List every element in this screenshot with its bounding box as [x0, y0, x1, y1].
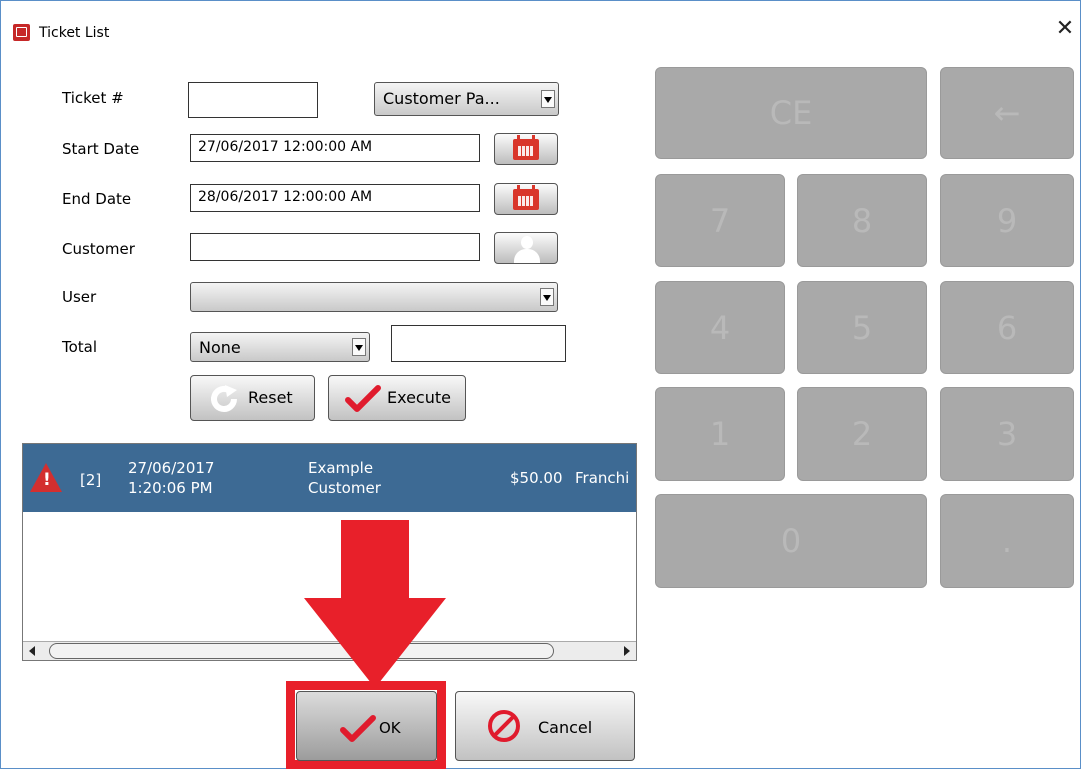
- keypad-1[interactable]: 1: [655, 387, 785, 481]
- checkmark-icon: [340, 715, 376, 742]
- reset-label: Reset: [248, 388, 293, 407]
- scroll-left-icon[interactable]: [29, 646, 35, 656]
- refresh-icon: [211, 385, 237, 412]
- ok-button[interactable]: OK: [296, 691, 437, 761]
- ok-label: OK: [379, 719, 401, 737]
- total-label: Total: [62, 338, 98, 356]
- keypad-5[interactable]: 5: [797, 281, 927, 374]
- ticket-time: 1:20:06 PM: [128, 479, 213, 497]
- search-type-combo[interactable]: Customer Pa...: [374, 82, 559, 116]
- warning-mark: !: [43, 470, 51, 490]
- user-combo[interactable]: [190, 282, 558, 312]
- search-type-value: Customer Pa...: [383, 89, 500, 108]
- keypad-4[interactable]: 4: [655, 281, 785, 374]
- ticket-label: Ticket #: [62, 89, 124, 107]
- total-operator-value: None: [199, 338, 241, 357]
- keypad-7[interactable]: 7: [655, 174, 785, 267]
- ticket-amount: $50.00: [510, 469, 563, 487]
- user-label: User: [62, 288, 97, 306]
- chevron-down-icon: [352, 338, 366, 356]
- keypad-9[interactable]: 9: [940, 174, 1074, 267]
- total-amount-field[interactable]: [391, 325, 566, 362]
- red-arrow-annotation: [304, 520, 446, 688]
- customer-lookup-button[interactable]: [494, 232, 558, 264]
- start-date-field[interactable]: 27/06/2017 12:00:00 AM: [190, 134, 480, 162]
- keypad-0[interactable]: 0: [655, 494, 927, 588]
- keypad-backspace[interactable]: ←: [940, 67, 1074, 159]
- start-date-label: Start Date: [62, 140, 140, 158]
- cancel-button[interactable]: Cancel: [455, 691, 635, 761]
- ticket-customer-line1: Example: [308, 459, 374, 477]
- ticket-input[interactable]: [188, 82, 318, 118]
- checkmark-icon: [345, 385, 381, 412]
- end-date-field[interactable]: 28/06/2017 12:00:00 AM: [190, 184, 480, 212]
- keypad-8[interactable]: 8: [797, 174, 927, 267]
- chevron-down-icon: [540, 288, 554, 306]
- reset-button[interactable]: Reset: [190, 375, 315, 421]
- chevron-down-icon: [541, 90, 555, 108]
- keypad-decimal[interactable]: .: [940, 494, 1074, 588]
- customer-field[interactable]: [190, 233, 480, 261]
- calendar-icon: [513, 135, 539, 160]
- ticket-date: 27/06/2017: [128, 459, 215, 477]
- table-row[interactable]: ! [2] 27/06/2017 1:20:06 PM Example Cust…: [23, 444, 636, 512]
- ticket-extra: Franchi: [575, 469, 630, 487]
- scroll-right-icon[interactable]: [624, 646, 630, 656]
- close-icon[interactable]: ✕: [1052, 16, 1078, 42]
- total-operator-combo[interactable]: None: [190, 332, 370, 362]
- keypad-clear-entry[interactable]: CE: [655, 67, 927, 159]
- execute-button[interactable]: Execute: [328, 375, 466, 421]
- execute-label: Execute: [387, 388, 451, 407]
- end-date-picker-button[interactable]: [494, 183, 558, 215]
- calendar-icon: [513, 185, 539, 210]
- cancel-icon: [488, 710, 520, 742]
- app-icon: [13, 24, 30, 41]
- keypad-6[interactable]: 6: [940, 281, 1074, 374]
- cancel-label: Cancel: [538, 718, 593, 737]
- ticket-customer-line2: Customer: [308, 479, 381, 497]
- keypad-2[interactable]: 2: [797, 387, 927, 481]
- ticket-id: [2]: [80, 471, 102, 489]
- window-title: Ticket List: [39, 25, 110, 41]
- customer-label: Customer: [62, 240, 135, 258]
- person-icon: [513, 236, 541, 263]
- end-date-label: End Date: [62, 190, 132, 208]
- start-date-picker-button[interactable]: [494, 133, 558, 165]
- keypad-3[interactable]: 3: [940, 387, 1074, 481]
